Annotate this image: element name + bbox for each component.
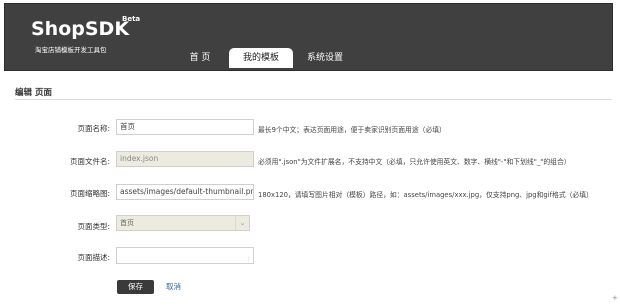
cancel-link[interactable]: 取消	[166, 281, 181, 292]
save-button[interactable]: 保存	[117, 280, 154, 294]
page-description-textarea[interactable]	[116, 247, 254, 264]
tab-my-templates[interactable]: 我的模板	[229, 48, 293, 68]
app-logo[interactable]: ShopSDK	[31, 18, 129, 40]
beta-badge: Beta	[122, 15, 141, 23]
cursor-crosshair-icon: +	[612, 294, 618, 302]
page-name-input[interactable]: 首页	[116, 119, 254, 135]
page-filename-label: 页面文件名:	[69, 157, 110, 166]
page-name-label: 页面名称:	[77, 124, 110, 133]
page-thumbnail-input[interactable]: assets/images/default-thumbnail.png	[116, 184, 254, 200]
tab-system-settings[interactable]: 系统设置	[298, 48, 352, 68]
page-type-select[interactable]: 首页 ⌄	[116, 215, 250, 231]
page-description-label: 页面描述:	[77, 253, 110, 262]
app-tagline: 淘宝店铺模板开发工具包	[35, 46, 107, 54]
chevron-down-icon[interactable]: ⌄	[235, 216, 249, 230]
page-filename-hint: 必须用".json"为文件扩展名，不支持中文（必填，只允许使用英文、数字、横线"…	[258, 158, 571, 166]
page-thumbnail-label: 页面缩略图:	[69, 189, 110, 198]
page-type-label: 页面类型:	[77, 222, 110, 231]
page-filename-input: index.json	[116, 151, 254, 167]
title-divider	[15, 99, 612, 100]
page-thumbnail-hint: 180x120，请填写图片相对（模板）路径，如：assets/images/xx…	[258, 191, 593, 199]
page-title: 编辑 页面	[15, 88, 52, 98]
resize-handle-icon[interactable]: ⋮	[246, 257, 252, 263]
page-name-hint: 最长9个中文；表达页面用途，便于卖家识别页面用途（必填）	[258, 126, 446, 134]
page-type-value: 首页	[120, 219, 134, 227]
tab-home[interactable]: 首 页	[181, 48, 219, 68]
